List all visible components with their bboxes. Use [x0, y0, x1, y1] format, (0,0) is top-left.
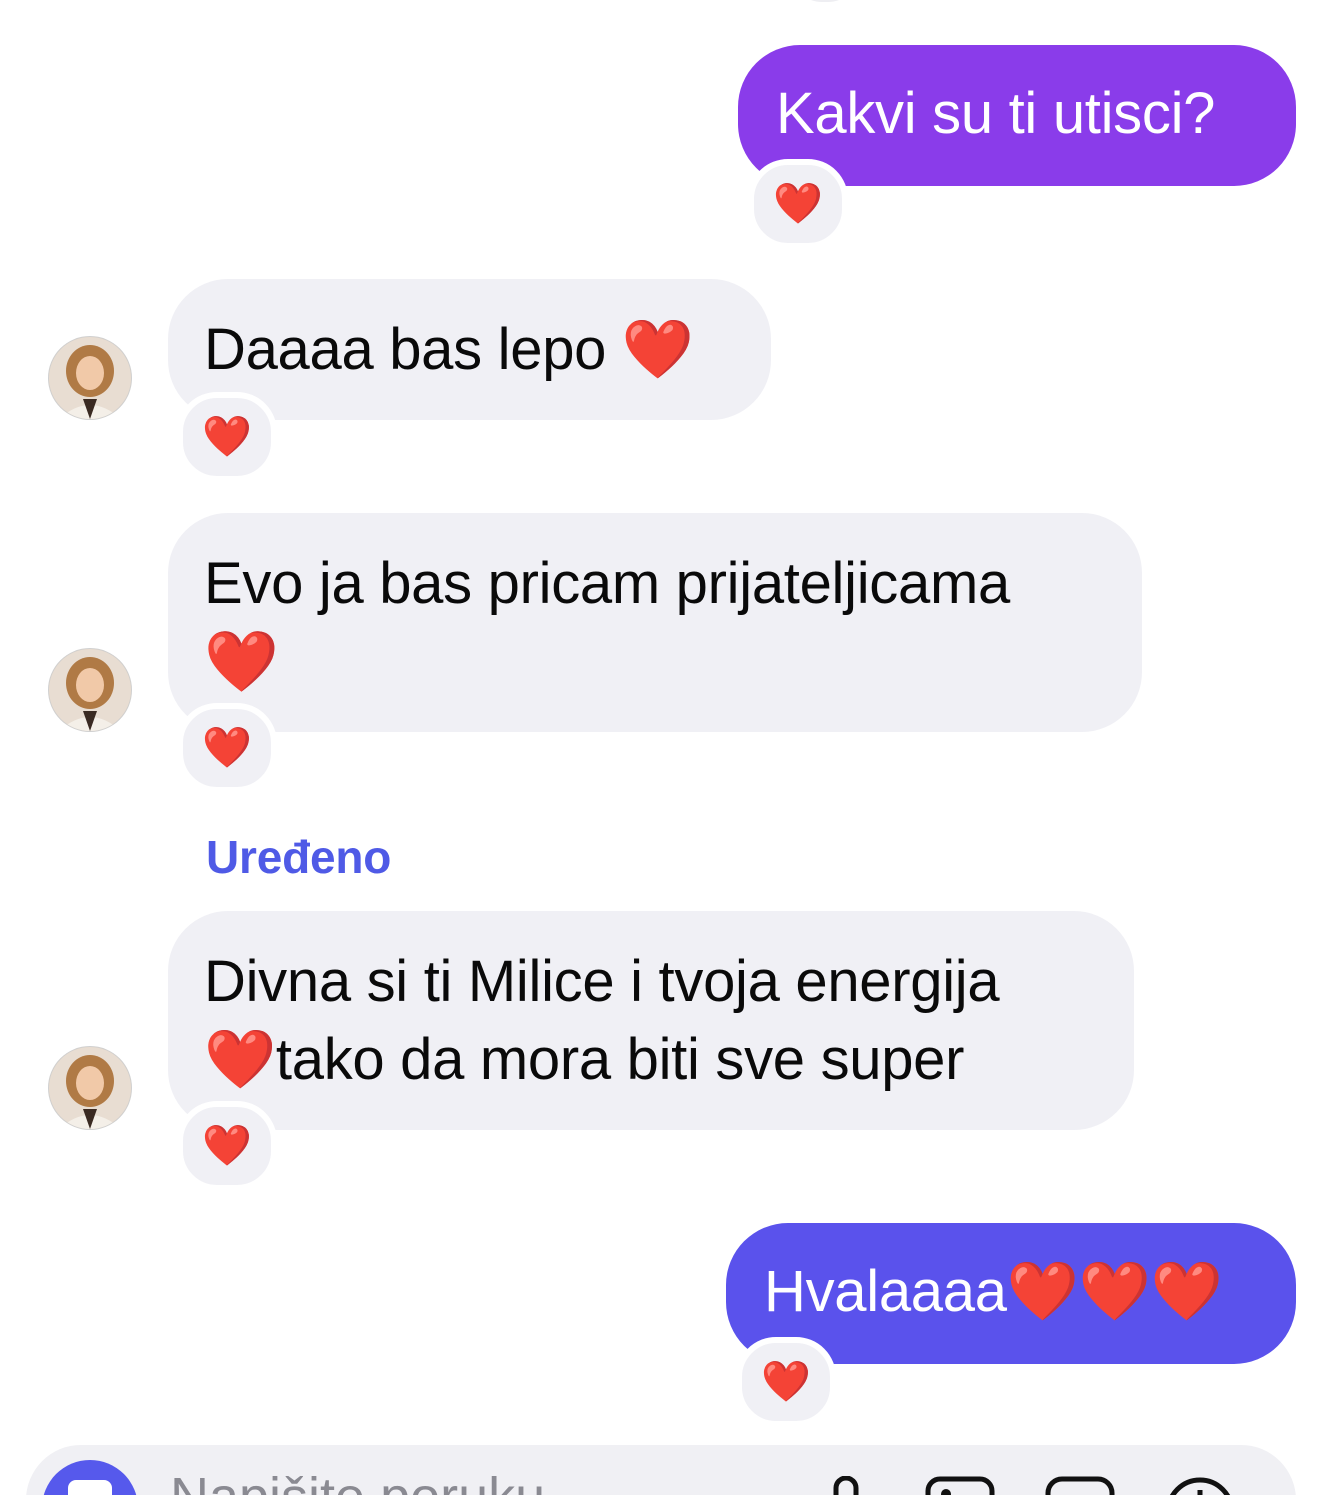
heart-icon: ❤️: [773, 181, 823, 227]
message-text: Hvalaaaa❤️❤️❤️: [764, 1259, 1223, 1324]
message-reaction[interactable]: ❤️: [748, 159, 848, 249]
heart-icon: ❤️: [202, 725, 252, 771]
message-text: Kakvi su ti utisci?: [776, 81, 1216, 146]
camera-icon: [68, 1480, 112, 1495]
image-icon[interactable]: [924, 1476, 996, 1495]
message-input[interactable]: Napišite poruku...: [170, 1466, 590, 1495]
message-text-line-1: Evo ja bas pricam prijateljicama: [204, 551, 1010, 616]
message-reaction[interactable]: ❤️: [177, 703, 277, 793]
avatar-photo: [49, 337, 131, 419]
heart-icon: ❤️: [202, 414, 252, 460]
avatar[interactable]: [49, 649, 131, 731]
sticker-icon[interactable]: [1044, 1476, 1116, 1495]
message-reaction[interactable]: ❤️: [736, 1337, 836, 1427]
message-text-line-1: Divna si ti Milice i tvoja energija: [204, 949, 1000, 1014]
heart-icon: ❤️: [761, 1359, 811, 1405]
edited-label: Uređeno: [206, 831, 392, 883]
add-icon[interactable]: [1164, 1476, 1236, 1495]
message-reaction[interactable]: ❤️: [177, 392, 277, 482]
incoming-message[interactable]: Divna si ti Milice i tvoja energija ❤️ta…: [168, 911, 1134, 1130]
heart-icon: ❤️: [202, 1123, 252, 1169]
chat-screen: Kakvi su ti utisci? ❤️ Daaaa bas lepo ❤️…: [0, 0, 1320, 1495]
heart-emoji: ❤️: [204, 627, 279, 697]
avatar[interactable]: [49, 1047, 131, 1129]
avatar-photo: [49, 1047, 131, 1129]
microphone-icon[interactable]: [828, 1476, 864, 1495]
previous-message-edge: [790, 0, 860, 2]
avatar[interactable]: [49, 337, 131, 419]
message-reaction[interactable]: ❤️: [177, 1101, 277, 1191]
incoming-message[interactable]: Evo ja bas pricam prijateljicama ❤️: [168, 513, 1142, 732]
avatar-photo: [49, 649, 131, 731]
message-text-line-2: ❤️tako da mora biti sve super: [204, 1027, 965, 1092]
message-text: Daaaa bas lepo ❤️: [204, 317, 694, 382]
